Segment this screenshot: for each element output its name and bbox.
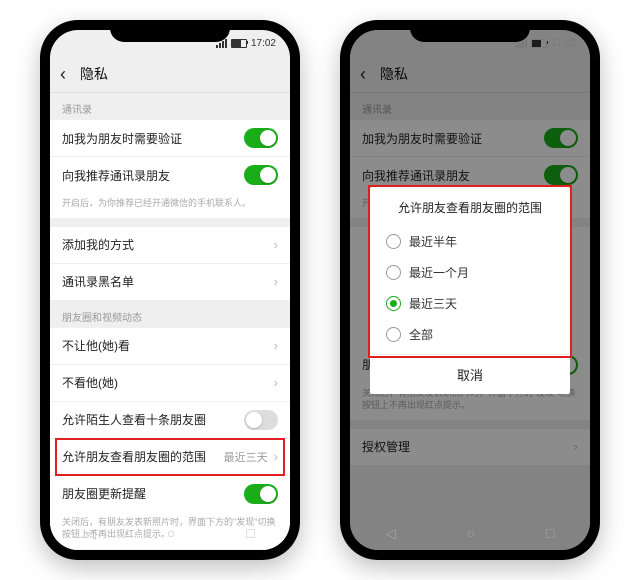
row-remind[interactable]: 朋友圈更新提醒 bbox=[50, 476, 290, 512]
row-hide-my[interactable]: 不让他(她)看 › bbox=[50, 328, 290, 365]
radio-icon bbox=[386, 327, 401, 342]
radio-icon bbox=[386, 296, 401, 311]
option-label: 最近一个月 bbox=[409, 264, 469, 281]
notch bbox=[110, 20, 230, 42]
row-label: 不让他(她)看 bbox=[62, 337, 130, 354]
toggle-strangers[interactable] bbox=[244, 410, 278, 430]
android-navbar: ◁ ○ □ bbox=[350, 516, 590, 550]
row-recommend[interactable]: 向我推荐通讯录朋友 bbox=[50, 157, 290, 193]
row-label: 允许朋友查看朋友圈的范围 bbox=[62, 448, 206, 465]
row-value: 最近三天 bbox=[224, 449, 268, 465]
status-time: 17:02 bbox=[251, 38, 276, 49]
nav-back-icon[interactable]: ◁ bbox=[85, 525, 96, 542]
section-moments: 朋友圈和视频动态 bbox=[50, 301, 290, 328]
row-label: 朋友圈更新提醒 bbox=[62, 485, 146, 502]
row-label: 添加我的方式 bbox=[62, 236, 134, 253]
modal-overlay[interactable]: 允许朋友查看朋友圈的范围 最近半年 最近一个月 最近三天 全部 取消 bbox=[350, 30, 590, 550]
chevron-right-icon: › bbox=[274, 375, 278, 390]
section-contacts: 通讯录 bbox=[50, 93, 290, 120]
row-strangers[interactable]: 允许陌生人查看十条朋友圈 bbox=[50, 402, 290, 439]
cancel-button[interactable]: 取消 bbox=[370, 354, 570, 394]
row-label: 向我推荐通讯录朋友 bbox=[62, 167, 170, 184]
nav-header: ‹ 隐私 bbox=[50, 56, 290, 93]
row-label: 允许陌生人查看十条朋友圈 bbox=[62, 411, 206, 428]
phone-right: 17:02 ‹ 隐私 通讯录 加我为朋友时需要验证 向我推荐通讯录朋友 开启后，… bbox=[340, 20, 600, 560]
radio-icon bbox=[386, 265, 401, 280]
option-half-year[interactable]: 最近半年 bbox=[370, 226, 570, 257]
android-navbar: ◁ ○ □ bbox=[50, 516, 290, 550]
notch bbox=[410, 20, 530, 42]
back-icon[interactable]: ‹ bbox=[60, 64, 80, 85]
nav-recent-icon[interactable]: □ bbox=[246, 525, 254, 541]
battery-icon bbox=[231, 39, 247, 48]
row-hide-their[interactable]: 不看他(她) › bbox=[50, 365, 290, 402]
screen-left: 17:02 ‹ 隐私 通讯录 加我为朋友时需要验证 向我推荐通讯录朋友 开启后，… bbox=[50, 30, 290, 550]
row-label: 加我为朋友时需要验证 bbox=[62, 130, 182, 147]
phone-left: 17:02 ‹ 隐私 通讯录 加我为朋友时需要验证 向我推荐通讯录朋友 开启后，… bbox=[40, 20, 300, 560]
chevron-right-icon: › bbox=[274, 338, 278, 353]
option-all[interactable]: 全部 bbox=[370, 319, 570, 350]
nav-back-icon[interactable]: ◁ bbox=[385, 525, 396, 542]
option-three-days[interactable]: 最近三天 bbox=[370, 288, 570, 319]
chevron-right-icon: › bbox=[274, 237, 278, 252]
hint-recommend: 开启后，为你推荐已经开通微信的手机联系人。 bbox=[50, 193, 290, 219]
row-range[interactable]: 允许朋友查看朋友圈的范围 最近三天 › bbox=[50, 439, 290, 476]
option-label: 最近三天 bbox=[409, 295, 457, 312]
option-one-month[interactable]: 最近一个月 bbox=[370, 257, 570, 288]
radio-icon bbox=[386, 234, 401, 249]
nav-home-icon[interactable]: ○ bbox=[467, 525, 475, 541]
nav-recent-icon[interactable]: □ bbox=[546, 525, 554, 541]
toggle-verify[interactable] bbox=[244, 128, 278, 148]
toggle-remind[interactable] bbox=[244, 484, 278, 504]
toggle-recommend[interactable] bbox=[244, 165, 278, 185]
row-label: 通讯录黑名单 bbox=[62, 273, 134, 290]
nav-home-icon[interactable]: ○ bbox=[167, 525, 175, 541]
page-title: 隐私 bbox=[80, 64, 108, 84]
option-label: 最近半年 bbox=[409, 233, 457, 250]
row-label: 不看他(她) bbox=[62, 374, 118, 391]
row-verify[interactable]: 加我为朋友时需要验证 bbox=[50, 120, 290, 157]
dialog-title: 允许朋友查看朋友圈的范围 bbox=[370, 187, 570, 226]
range-dialog: 允许朋友查看朋友圈的范围 最近半年 最近一个月 最近三天 全部 取消 bbox=[370, 187, 570, 394]
screen-right: 17:02 ‹ 隐私 通讯录 加我为朋友时需要验证 向我推荐通讯录朋友 开启后，… bbox=[350, 30, 590, 550]
option-label: 全部 bbox=[409, 326, 433, 343]
chevron-right-icon: › bbox=[274, 274, 278, 289]
row-add-methods[interactable]: 添加我的方式 › bbox=[50, 227, 290, 264]
chevron-right-icon: › bbox=[274, 449, 278, 464]
row-blacklist[interactable]: 通讯录黑名单 › bbox=[50, 264, 290, 301]
